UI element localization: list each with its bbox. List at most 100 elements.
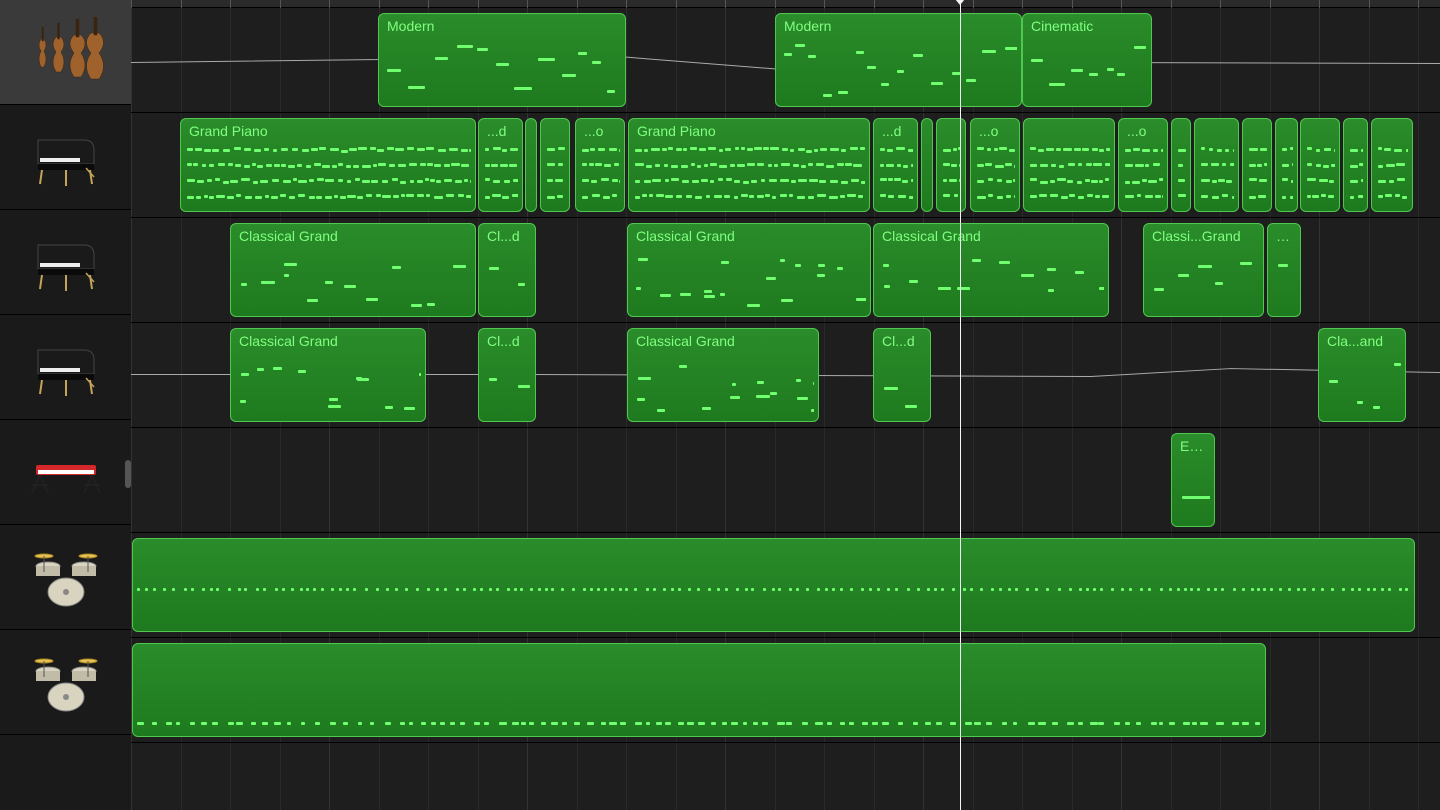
region-label: Grand Piano: [181, 119, 475, 141]
midi-region[interactable]: Classi...Grand: [1143, 223, 1264, 317]
region-label: Modern: [379, 14, 625, 36]
midi-notes: [1176, 145, 1186, 207]
midi-region[interactable]: Classical Grand: [230, 328, 426, 422]
midi-region[interactable]: ...d: [478, 118, 523, 212]
track-lane-drums-2[interactable]: [131, 638, 1440, 743]
strings-icon: [26, 17, 106, 87]
midi-region[interactable]: ...o: [1118, 118, 1168, 212]
track-lane-classical-grand-2[interactable]: Classical Grand Cl...d Classical Grand Cl..…: [131, 323, 1440, 428]
track-resize-handle[interactable]: [125, 460, 131, 488]
ruler-tick: [577, 0, 578, 8]
midi-region[interactable]: [921, 118, 933, 212]
timeline-ruler[interactable]: [131, 0, 1440, 8]
region-label: Classi...Grand: [1144, 224, 1263, 246]
region-label: …: [1268, 224, 1300, 246]
midi-notes: [1323, 355, 1401, 417]
midi-region[interactable]: Cl...d: [478, 223, 536, 317]
ruler-tick: [626, 0, 627, 8]
midi-notes: [1280, 145, 1293, 207]
track-header-grand-piano-1[interactable]: [0, 105, 131, 210]
midi-region[interactable]: [1194, 118, 1239, 212]
track-header-keyboard-red[interactable]: [0, 420, 131, 525]
arrange-area[interactable]: ModernModernCinematicGrand Piano...d...o…: [131, 0, 1440, 810]
track-lane-keyboard-red[interactable]: E...n: [131, 428, 1440, 533]
midi-region[interactable]: Classical Grand: [230, 223, 476, 317]
midi-region[interactable]: Classical Grand: [627, 223, 871, 317]
region-label: Classical Grand: [628, 329, 818, 351]
midi-region[interactable]: ...o: [575, 118, 625, 212]
track-lane-classical-grand-1[interactable]: Classical GrandCl...dClassical GrandClas…: [131, 218, 1440, 323]
midi-region[interactable]: Grand Piano: [180, 118, 476, 212]
ruler-tick: [1121, 0, 1122, 8]
ruler-tick: [874, 0, 875, 8]
ruler-tick: [280, 0, 281, 8]
midi-region[interactable]: [1371, 118, 1413, 212]
playhead[interactable]: [960, 0, 961, 810]
track-header-strings[interactable]: [0, 0, 131, 105]
midi-region[interactable]: Classical Grand: [873, 223, 1109, 317]
midi-region[interactable]: [1242, 118, 1272, 212]
midi-region[interactable]: Cinematic: [1022, 13, 1152, 107]
midi-notes: [1247, 145, 1267, 207]
track-header-classical-grand-1[interactable]: [0, 210, 131, 315]
red-keyboard-icon: [26, 437, 106, 507]
midi-notes: [1272, 250, 1296, 312]
region-label: Classical Grand: [231, 224, 475, 246]
midi-region[interactable]: ...o: [970, 118, 1020, 212]
midi-region[interactable]: [540, 118, 570, 212]
ruler-tick: [676, 0, 677, 8]
midi-region[interactable]: Modern: [378, 13, 626, 107]
ruler-tick: [428, 0, 429, 8]
ruler-tick: [1418, 0, 1419, 8]
midi-region[interactable]: Grand Piano: [628, 118, 870, 212]
midi-region[interactable]: [1023, 118, 1115, 212]
midi-notes: [941, 145, 961, 207]
midi-region[interactable]: Classical Grand: [627, 328, 819, 422]
ruler-tick: [181, 0, 182, 8]
ruler-tick: [725, 0, 726, 8]
midi-region[interactable]: …: [1267, 223, 1301, 317]
midi-notes: [1148, 250, 1259, 312]
midi-notes: [135, 539, 1412, 631]
piano-icon: [26, 227, 106, 297]
midi-notes: [878, 250, 1104, 312]
region-label: Modern: [776, 14, 1021, 36]
ruler-tick: [1171, 0, 1172, 8]
midi-region[interactable]: [132, 538, 1415, 632]
ruler-tick: [923, 0, 924, 8]
midi-region[interactable]: E...n: [1171, 433, 1215, 527]
midi-notes: [530, 145, 532, 207]
ruler-tick: [1369, 0, 1370, 8]
drums-icon: [26, 542, 106, 612]
midi-notes: [1027, 40, 1147, 102]
midi-notes: [878, 355, 926, 417]
region-label: Cla...and: [1319, 329, 1405, 351]
ruler-tick: [1220, 0, 1221, 8]
midi-region[interactable]: [525, 118, 537, 212]
midi-region[interactable]: [936, 118, 966, 212]
ruler-tick: [379, 0, 380, 8]
midi-region[interactable]: Cla...and: [1318, 328, 1406, 422]
ruler-tick: [1022, 0, 1023, 8]
track-header-classical-grand-2[interactable]: [0, 315, 131, 420]
region-label: ...o: [576, 119, 624, 141]
track-lane-strings[interactable]: ModernModernCinematic: [131, 8, 1440, 113]
midi-region[interactable]: Cl...d: [478, 328, 536, 422]
midi-notes: [580, 145, 620, 207]
midi-notes: [1199, 145, 1234, 207]
midi-region[interactable]: Cl...d: [873, 328, 931, 422]
midi-region[interactable]: [1171, 118, 1191, 212]
track-header-drums-2[interactable]: [0, 630, 131, 735]
midi-region[interactable]: [1300, 118, 1340, 212]
midi-region[interactable]: [1275, 118, 1298, 212]
midi-region[interactable]: Modern: [775, 13, 1022, 107]
midi-notes: [878, 145, 913, 207]
track-headers-column: [0, 0, 131, 810]
track-lane-drums-1[interactable]: [131, 533, 1440, 638]
track-header-drums-1[interactable]: [0, 525, 131, 630]
midi-notes: [545, 145, 565, 207]
midi-region[interactable]: [132, 643, 1266, 737]
track-lane-grand-piano-1[interactable]: Grand Piano...d...oGrand Piano...d...o..…: [131, 113, 1440, 218]
midi-region[interactable]: ...d: [873, 118, 918, 212]
midi-region[interactable]: [1343, 118, 1368, 212]
